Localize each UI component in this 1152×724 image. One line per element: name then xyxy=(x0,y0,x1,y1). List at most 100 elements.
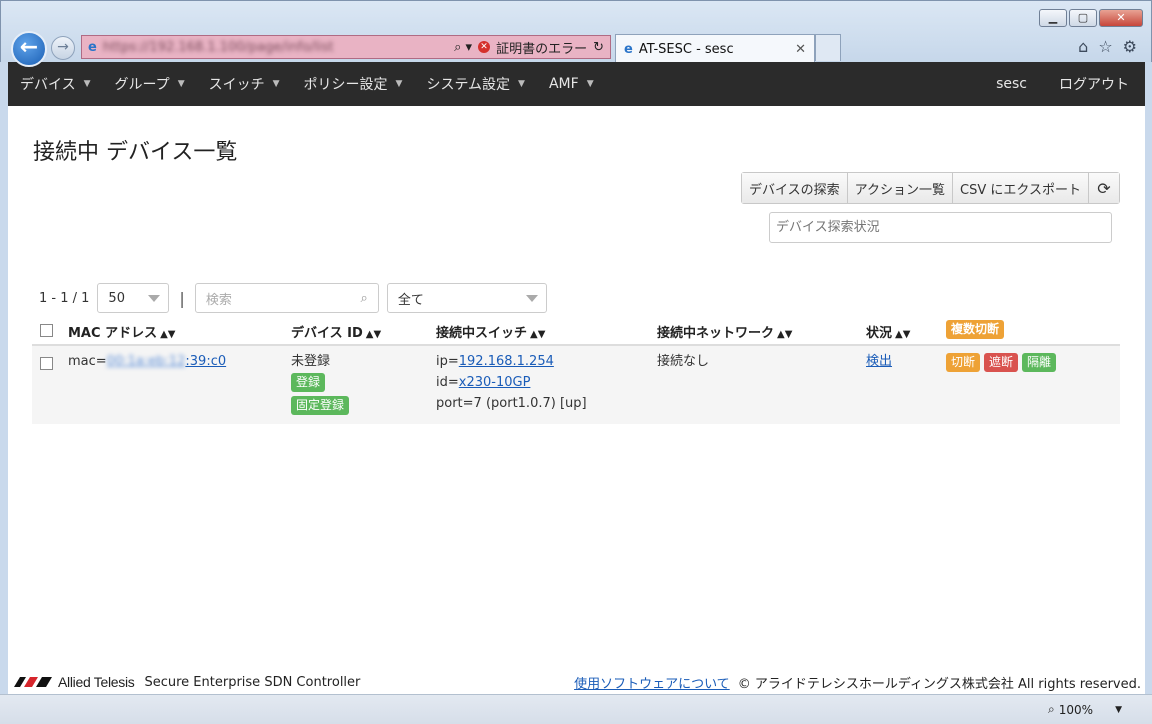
chevron-down-icon: ▼ xyxy=(272,79,280,89)
action-list-button[interactable]: アクション一覧 xyxy=(847,173,954,203)
back-arrow-icon[interactable]: ← xyxy=(11,31,47,67)
switch-cell: ip=192.168.1.254 id=x230-10GP port=7 (po… xyxy=(436,351,587,414)
nav-label: スイッチ xyxy=(208,77,265,93)
filter-value: 全て xyxy=(397,292,424,308)
fixed-register-button[interactable]: 固定登録 xyxy=(291,396,350,415)
page-content: 接続中 デバイス一覧 デバイスの探索 アクション一覧 CSV にエクスポート ⟳… xyxy=(8,106,1145,694)
refresh-icon[interactable]: ⟳ xyxy=(1089,173,1119,203)
per-page-select[interactable]: 50 xyxy=(97,283,170,313)
row-actions: 切断 遮断 隔離 xyxy=(946,353,1057,372)
footer-right: 使用ソフトウェアについて © アライドテレシスホールディングス株式会社 All … xyxy=(574,673,1145,692)
sort-icon: ▲▼ xyxy=(895,329,911,340)
browser-chrome: ▁ ▢ ✕ ← → e https://192.168.1.100/page/i… xyxy=(0,0,1152,67)
col-network[interactable]: 接続中ネットワーク ▲▼ xyxy=(657,322,792,341)
device-status-text: 未登録 xyxy=(291,354,331,369)
nav-right: sesc ログアウト xyxy=(980,62,1145,106)
action-button-group: デバイスの探索 アクション一覧 CSV にエクスポート ⟳ xyxy=(741,172,1120,204)
dropdown-arrow-icon xyxy=(148,295,161,302)
chevron-down-icon: ▼ xyxy=(177,79,185,89)
zoom-dropdown-icon[interactable]: ▼ xyxy=(1115,705,1122,715)
discover-devices-button[interactable]: デバイスの探索 xyxy=(742,173,848,203)
filter-select[interactable]: 全て xyxy=(386,283,547,313)
chevron-down-icon: ▼ xyxy=(83,79,91,89)
software-info-link[interactable]: 使用ソフトウェアについて xyxy=(574,673,730,692)
col-switch[interactable]: 接続中スイッチ ▲▼ xyxy=(436,322,545,341)
col-mac[interactable]: MAC アドレス ▲▼ xyxy=(68,322,175,341)
col-device-id-label: デバイス ID xyxy=(291,326,363,341)
forward-arrow-icon[interactable]: → xyxy=(51,36,75,60)
tab-title: AT-SESC - sesc xyxy=(638,41,734,57)
mac-prefix: mac= xyxy=(68,354,107,369)
cert-error-label[interactable]: 証明書のエラー xyxy=(496,38,587,57)
refresh-icon[interactable]: ↻ xyxy=(593,40,604,55)
dropdown-arrow-icon xyxy=(525,295,538,302)
select-all-checkbox[interactable] xyxy=(40,324,53,337)
nav-switches[interactable]: スイッチ ▼ xyxy=(197,62,292,106)
zoom-level[interactable]: 100% xyxy=(1059,703,1093,717)
search-dropdown-icon[interactable]: ⌕ ▾ xyxy=(454,40,472,55)
block-button[interactable]: 遮断 xyxy=(984,353,1019,372)
nav-label: デバイス xyxy=(20,77,76,93)
status-link[interactable]: 検出 xyxy=(866,351,892,372)
mac-link-hidden[interactable]: 00:1a:eb:12 xyxy=(107,354,186,369)
table-header: MAC アドレス ▲▼ デバイス ID ▲▼ 接続中スイッチ ▲▼ 接続中ネットワーク… xyxy=(32,316,1120,346)
bulk-disconnect-button[interactable]: 複数切断 xyxy=(946,320,1005,339)
switch-id-link[interactable]: x230-10GP xyxy=(459,375,531,390)
minimize-button[interactable]: ▁ xyxy=(1039,9,1067,27)
address-bar[interactable]: e https://192.168.1.100/page/info/list ⌕… xyxy=(81,35,611,59)
device-id-cell: 未登録 登録 固定登録 xyxy=(291,351,350,415)
ie-logo-icon: e xyxy=(88,39,97,55)
quarantine-button[interactable]: 隔離 xyxy=(1022,353,1057,372)
nav-system[interactable]: システム設定 ▼ xyxy=(414,62,537,106)
allied-telesis-logo: Allied Telesis xyxy=(8,674,135,690)
home-icon[interactable]: ⌂ xyxy=(1078,37,1088,56)
search-icon: ⌕ xyxy=(360,291,368,306)
sort-icon: ▲▼ xyxy=(365,329,382,340)
disconnect-button[interactable]: 切断 xyxy=(946,353,981,372)
nav-user[interactable]: sesc xyxy=(980,62,1043,106)
device-table: MAC アドレス ▲▼ デバイス ID ▲▼ 接続中スイッチ ▲▼ 接続中ネットワーク… xyxy=(32,316,1120,424)
port-text: port=7 (port1.0.7) [up] xyxy=(436,396,587,411)
divider: | xyxy=(179,288,185,308)
sort-icon: ▲▼ xyxy=(530,329,546,340)
col-network-label: 接続中ネットワーク xyxy=(657,326,775,341)
ie-tab-icon: e xyxy=(624,41,633,57)
maximize-button[interactable]: ▢ xyxy=(1069,9,1097,27)
logout-link[interactable]: ログアウト xyxy=(1043,62,1145,106)
nav-amf[interactable]: AMF ▼ xyxy=(537,62,606,106)
new-tab-button[interactable] xyxy=(815,34,841,61)
nav-devices[interactable]: デバイス ▼ xyxy=(8,62,103,106)
brand-name: Allied Telesis xyxy=(58,674,135,690)
col-device-id[interactable]: デバイス ID ▲▼ xyxy=(291,322,381,341)
page-title: 接続中 デバイス一覧 xyxy=(33,140,238,165)
discovery-status-field[interactable] xyxy=(769,212,1112,243)
row-checkbox[interactable] xyxy=(40,357,53,370)
browser-toolbar-icons: ⌂ ☆ ⚙ xyxy=(1078,37,1137,56)
favorites-star-icon[interactable]: ☆ xyxy=(1098,37,1112,56)
switch-ip-link[interactable]: 192.168.1.254 xyxy=(459,354,554,369)
nav-groups[interactable]: グループ ▼ xyxy=(103,62,197,106)
nav-label: ポリシー設定 xyxy=(303,77,388,93)
table-row: mac=00:1a:eb:12:39:c0 未登録 登録 固定登録 ip=192… xyxy=(32,346,1120,424)
browser-status-bar: ⌕ 100% ▼ xyxy=(0,694,1152,724)
chevron-down-icon: ▼ xyxy=(518,79,525,89)
nav-policy[interactable]: ポリシー設定 ▼ xyxy=(292,62,415,106)
sort-icon: ▲▼ xyxy=(160,329,176,340)
address-url[interactable]: https://192.168.1.100/page/info/list xyxy=(103,40,353,55)
settings-gear-icon[interactable]: ⚙ xyxy=(1123,37,1137,56)
csv-export-button[interactable]: CSV にエクスポート xyxy=(953,173,1089,203)
list-controls: 1 - 1 / 1 50 | 検索 ⌕ 全て xyxy=(39,283,547,313)
browser-tab[interactable]: e AT-SESC - sesc ✕ xyxy=(615,34,815,63)
register-button[interactable]: 登録 xyxy=(291,373,326,392)
ip-label: ip= xyxy=(436,354,459,369)
main-navbar: デバイス ▼ グループ ▼ スイッチ ▼ ポリシー設定 ▼ システム設定 ▼ AMF ▼ s… xyxy=(8,62,1145,106)
col-status[interactable]: 状況 ▲▼ xyxy=(866,322,910,341)
mac-link[interactable]: :39:c0 xyxy=(185,354,226,369)
product-name: Secure Enterprise SDN Controller xyxy=(144,674,361,690)
search-input[interactable]: 検索 ⌕ xyxy=(194,283,379,313)
per-page-value: 50 xyxy=(108,290,125,306)
close-window-button[interactable]: ✕ xyxy=(1099,9,1143,27)
close-tab-icon[interactable]: ✕ xyxy=(795,42,806,57)
nav-label: システム設定 xyxy=(426,77,511,93)
nav-label: AMF xyxy=(548,76,579,92)
